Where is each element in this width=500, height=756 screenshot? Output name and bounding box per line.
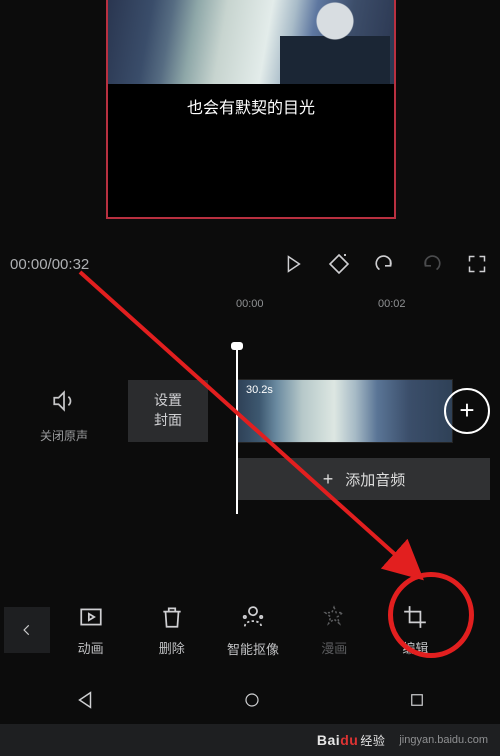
- set-cover-button[interactable]: 设置 封面: [128, 380, 208, 442]
- animation-label: 动画: [78, 638, 104, 657]
- mute-audio-button[interactable]: 关闭原声: [34, 388, 94, 444]
- play-button[interactable]: [270, 253, 316, 275]
- add-clip-button[interactable]: +: [444, 388, 490, 434]
- set-cover-label-1: 设置: [154, 391, 182, 411]
- add-audio-button[interactable]: + 添加音频: [238, 458, 490, 500]
- ruler-tick: 00:02: [378, 298, 406, 310]
- comic-label: 漫画: [321, 638, 347, 657]
- delete-label: 删除: [159, 638, 185, 657]
- plus-icon: +: [459, 395, 474, 425]
- undo-button[interactable]: [362, 253, 408, 275]
- android-nav-bar: [0, 680, 500, 724]
- time-display: 00:00/00:32: [0, 256, 89, 273]
- redo-button[interactable]: [408, 253, 454, 275]
- set-cover-label-2: 封面: [154, 411, 182, 431]
- cutout-button[interactable]: 智能抠像: [212, 603, 293, 658]
- nav-back-button[interactable]: [74, 689, 96, 716]
- brand-logo: Baidu经验: [317, 732, 385, 749]
- nav-home-button[interactable]: [243, 691, 261, 714]
- mute-audio-label: 关闭原声: [34, 427, 94, 444]
- plus-icon: +: [323, 469, 334, 490]
- back-button[interactable]: [4, 607, 50, 653]
- edit-label: 编辑: [402, 638, 428, 657]
- video-preview[interactable]: 也会有默契的目光: [106, 0, 396, 219]
- clip-duration-badge: 30.2s: [246, 384, 273, 396]
- brand-url: jingyan.baidu.com: [399, 734, 488, 746]
- ruler-tick: 00:00: [236, 298, 264, 310]
- nav-recent-button[interactable]: [408, 691, 426, 714]
- bottom-toolbar: 动画 删除 智能抠像 漫画 编辑 滤镜: [0, 586, 500, 674]
- keyframe-add-button[interactable]: [316, 252, 362, 276]
- comic-button[interactable]: 漫画: [294, 604, 375, 657]
- preview-character: [280, 0, 390, 84]
- fullscreen-button[interactable]: [454, 254, 500, 274]
- animation-button[interactable]: 动画: [50, 604, 131, 657]
- current-time: 00:00: [10, 256, 48, 273]
- edit-button[interactable]: 编辑: [375, 604, 456, 657]
- add-audio-label: 添加音频: [345, 469, 405, 490]
- watermark-footer: Baidu经验 jingyan.baidu.com: [0, 724, 500, 756]
- preview-subtitle: 也会有默契的目光: [108, 94, 394, 118]
- delete-button[interactable]: 删除: [131, 604, 212, 657]
- cutout-label: 智能抠像: [227, 639, 279, 658]
- playbar: 00:00/00:32: [0, 240, 500, 288]
- preview-frame: [108, 0, 394, 84]
- timeline-ruler[interactable]: 00:00 00:02: [0, 296, 500, 318]
- total-duration: 00:32: [52, 256, 90, 273]
- timeline-area: 关闭原声 设置 封面 30.2s + + 添加音频: [0, 348, 500, 548]
- video-clip[interactable]: 30.2s: [238, 380, 452, 442]
